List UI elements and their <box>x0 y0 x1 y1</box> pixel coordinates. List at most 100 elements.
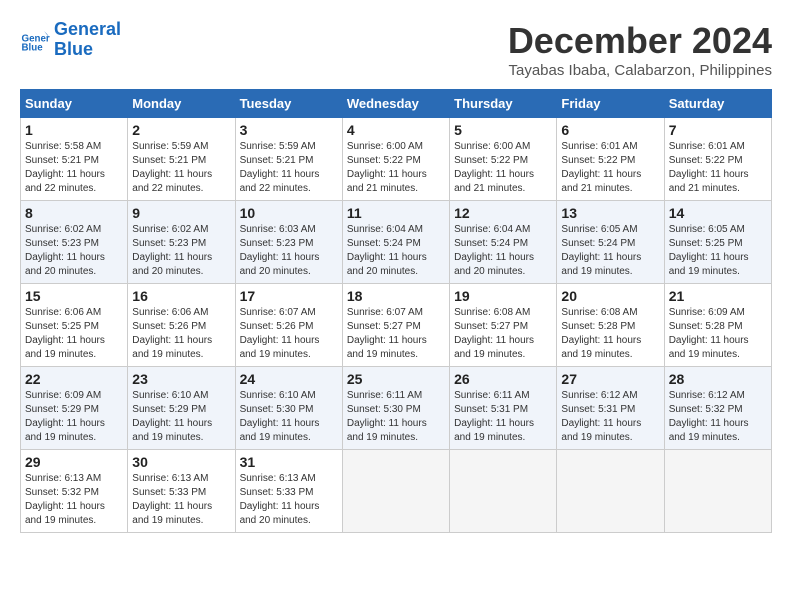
calendar-cell: 24 Sunrise: 6:10 AM Sunset: 5:30 PM Dayli… <box>235 367 342 450</box>
calendar-cell: 14 Sunrise: 6:05 AM Sunset: 5:25 PM Dayli… <box>664 201 771 284</box>
calendar-cell: 7 Sunrise: 6:01 AM Sunset: 5:22 PM Daylig… <box>664 118 771 201</box>
calendar-cell <box>664 450 771 533</box>
calendar-cell <box>342 450 449 533</box>
day-number: 8 <box>25 205 123 221</box>
day-number: 10 <box>240 205 338 221</box>
calendar-cell: 27Sunrise: 6:12 AM Sunset: 5:31 PM Dayli… <box>557 367 664 450</box>
month-title: December 2024 <box>508 20 772 62</box>
day-number: 20 <box>561 288 659 304</box>
logo-text: GeneralBlue <box>54 20 121 60</box>
day-info: Sunrise: 6:08 AM Sunset: 5:28 PM Dayligh… <box>561 306 659 362</box>
day-number: 26 <box>454 371 552 387</box>
day-info: Sunrise: 6:06 AM Sunset: 5:26 PM Dayligh… <box>132 306 230 362</box>
calendar-cell: 22 Sunrise: 6:09 AM Sunset: 5:29 PM Dayli… <box>21 367 128 450</box>
day-info: Sunrise: 5:59 AM Sunset: 5:21 PM Dayligh… <box>132 140 230 196</box>
calendar-cell: 6 Sunrise: 6:01 AM Sunset: 5:22 PM Daylig… <box>557 118 664 201</box>
calendar-cell: 16 Sunrise: 6:06 AM Sunset: 5:26 PM Dayli… <box>128 284 235 367</box>
day-number: 5 <box>454 122 552 138</box>
day-number: 3 <box>240 122 338 138</box>
day-header-monday: Monday <box>128 90 235 118</box>
day-header-friday: Friday <box>557 90 664 118</box>
day-number: 28 <box>669 371 767 387</box>
calendar-cell: 1 Sunrise: 5:58 AM Sunset: 5:21 PM Daylig… <box>21 118 128 201</box>
day-header-saturday: Saturday <box>664 90 771 118</box>
title-section: December 2024 Tayabas Ibaba, Calabarzon,… <box>508 20 772 79</box>
calendar-cell <box>557 450 664 533</box>
day-info: Sunrise: 6:10 AM Sunset: 5:30 PM Dayligh… <box>240 389 338 445</box>
day-number: 19 <box>454 288 552 304</box>
week-row: 15Sunrise: 6:06 AM Sunset: 5:25 PM Dayli… <box>21 284 772 367</box>
calendar-cell <box>450 450 557 533</box>
day-info: Sunrise: 6:06 AM Sunset: 5:25 PM Dayligh… <box>25 306 123 362</box>
calendar-body: 1 Sunrise: 5:58 AM Sunset: 5:21 PM Daylig… <box>21 118 772 533</box>
day-number: 17 <box>240 288 338 304</box>
calendar-cell: 29Sunrise: 6:13 AM Sunset: 5:32 PM Dayli… <box>21 450 128 533</box>
day-number: 2 <box>132 122 230 138</box>
day-info: Sunrise: 6:09 AM Sunset: 5:29 PM Dayligh… <box>25 389 123 445</box>
day-info: Sunrise: 6:04 AM Sunset: 5:24 PM Dayligh… <box>454 223 552 279</box>
day-header-tuesday: Tuesday <box>235 90 342 118</box>
day-number: 13 <box>561 205 659 221</box>
day-number: 21 <box>669 288 767 304</box>
svg-text:Blue: Blue <box>22 42 44 53</box>
day-number: 16 <box>132 288 230 304</box>
day-info: Sunrise: 6:01 AM Sunset: 5:22 PM Dayligh… <box>561 140 659 196</box>
calendar-cell: 23 Sunrise: 6:10 AM Sunset: 5:29 PM Dayli… <box>128 367 235 450</box>
day-number: 18 <box>347 288 445 304</box>
day-number: 31 <box>240 454 338 470</box>
calendar-cell: 26Sunrise: 6:11 AM Sunset: 5:31 PM Dayli… <box>450 367 557 450</box>
calendar-cell: 5 Sunrise: 6:00 AM Sunset: 5:22 PM Daylig… <box>450 118 557 201</box>
calendar-cell: 4 Sunrise: 6:00 AM Sunset: 5:22 PM Daylig… <box>342 118 449 201</box>
day-info: Sunrise: 6:07 AM Sunset: 5:26 PM Dayligh… <box>240 306 338 362</box>
day-number: 6 <box>561 122 659 138</box>
calendar-header: SundayMondayTuesdayWednesdayThursdayFrid… <box>21 90 772 118</box>
calendar-cell: 15Sunrise: 6:06 AM Sunset: 5:25 PM Dayli… <box>21 284 128 367</box>
day-info: Sunrise: 6:07 AM Sunset: 5:27 PM Dayligh… <box>347 306 445 362</box>
day-info: Sunrise: 6:12 AM Sunset: 5:31 PM Dayligh… <box>561 389 659 445</box>
day-number: 30 <box>132 454 230 470</box>
day-number: 11 <box>347 205 445 221</box>
calendar-cell: 10Sunrise: 6:03 AM Sunset: 5:23 PM Dayli… <box>235 201 342 284</box>
page-header: General Blue GeneralBlue December 2024 T… <box>20 20 772 79</box>
week-row: 29Sunrise: 6:13 AM Sunset: 5:32 PM Dayli… <box>21 450 772 533</box>
day-info: Sunrise: 6:01 AM Sunset: 5:22 PM Dayligh… <box>669 140 767 196</box>
header-row: SundayMondayTuesdayWednesdayThursdayFrid… <box>21 90 772 118</box>
day-number: 23 <box>132 371 230 387</box>
location: Tayabas Ibaba, Calabarzon, Philippines <box>508 62 772 79</box>
day-info: Sunrise: 6:00 AM Sunset: 5:22 PM Dayligh… <box>347 140 445 196</box>
calendar-cell: 18 Sunrise: 6:07 AM Sunset: 5:27 PM Dayli… <box>342 284 449 367</box>
day-info: Sunrise: 6:13 AM Sunset: 5:33 PM Dayligh… <box>132 472 230 528</box>
calendar-cell: 31 Sunrise: 6:13 AM Sunset: 5:33 PM Dayli… <box>235 450 342 533</box>
day-info: Sunrise: 5:58 AM Sunset: 5:21 PM Dayligh… <box>25 140 123 196</box>
day-info: Sunrise: 6:13 AM Sunset: 5:33 PM Dayligh… <box>240 472 338 528</box>
calendar-table: SundayMondayTuesdayWednesdayThursdayFrid… <box>20 89 772 533</box>
day-number: 24 <box>240 371 338 387</box>
day-info: Sunrise: 6:05 AM Sunset: 5:25 PM Dayligh… <box>669 223 767 279</box>
day-number: 1 <box>25 122 123 138</box>
logo: General Blue GeneralBlue <box>20 20 121 60</box>
day-number: 9 <box>132 205 230 221</box>
day-info: Sunrise: 6:11 AM Sunset: 5:30 PM Dayligh… <box>347 389 445 445</box>
day-info: Sunrise: 6:05 AM Sunset: 5:24 PM Dayligh… <box>561 223 659 279</box>
day-info: Sunrise: 6:00 AM Sunset: 5:22 PM Dayligh… <box>454 140 552 196</box>
calendar-cell: 30 Sunrise: 6:13 AM Sunset: 5:33 PM Dayli… <box>128 450 235 533</box>
day-header-thursday: Thursday <box>450 90 557 118</box>
calendar-cell: 25Sunrise: 6:11 AM Sunset: 5:30 PM Dayli… <box>342 367 449 450</box>
calendar-cell: 8 Sunrise: 6:02 AM Sunset: 5:23 PM Daylig… <box>21 201 128 284</box>
day-info: Sunrise: 5:59 AM Sunset: 5:21 PM Dayligh… <box>240 140 338 196</box>
day-number: 14 <box>669 205 767 221</box>
day-info: Sunrise: 6:02 AM Sunset: 5:23 PM Dayligh… <box>132 223 230 279</box>
day-number: 4 <box>347 122 445 138</box>
day-info: Sunrise: 6:02 AM Sunset: 5:23 PM Dayligh… <box>25 223 123 279</box>
calendar-cell: 21Sunrise: 6:09 AM Sunset: 5:28 PM Dayli… <box>664 284 771 367</box>
calendar-cell: 28 Sunrise: 6:12 AM Sunset: 5:32 PM Dayli… <box>664 367 771 450</box>
calendar-cell: 9 Sunrise: 6:02 AM Sunset: 5:23 PM Daylig… <box>128 201 235 284</box>
day-number: 22 <box>25 371 123 387</box>
day-header-wednesday: Wednesday <box>342 90 449 118</box>
day-number: 7 <box>669 122 767 138</box>
week-row: 8 Sunrise: 6:02 AM Sunset: 5:23 PM Daylig… <box>21 201 772 284</box>
day-number: 12 <box>454 205 552 221</box>
calendar-cell: 2 Sunrise: 5:59 AM Sunset: 5:21 PM Daylig… <box>128 118 235 201</box>
day-info: Sunrise: 6:10 AM Sunset: 5:29 PM Dayligh… <box>132 389 230 445</box>
day-info: Sunrise: 6:12 AM Sunset: 5:32 PM Dayligh… <box>669 389 767 445</box>
